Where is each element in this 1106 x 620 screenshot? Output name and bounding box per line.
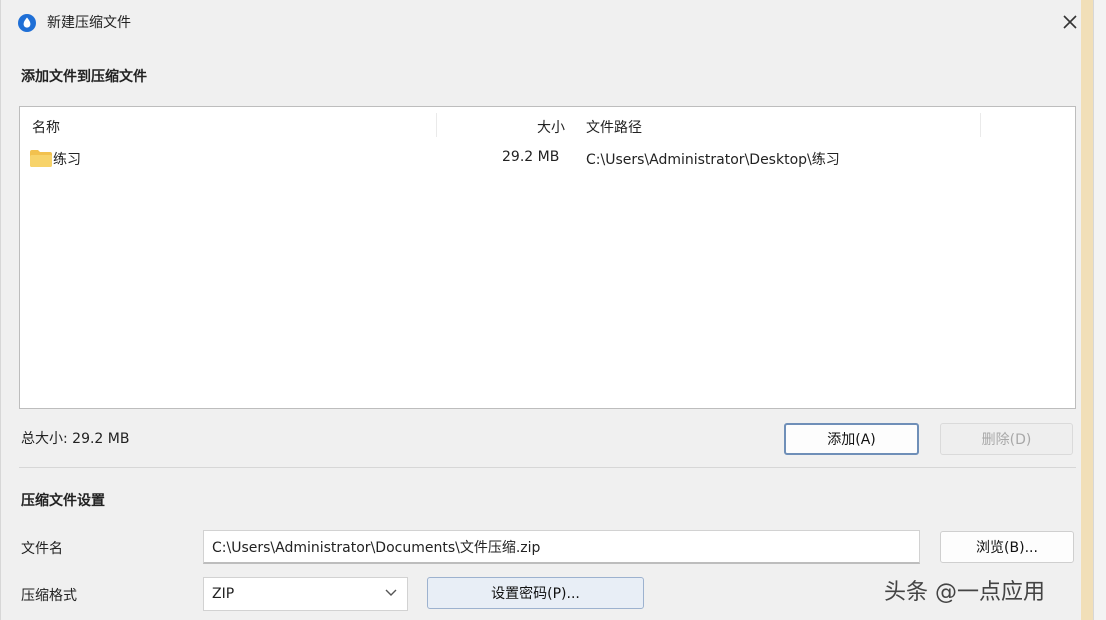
close-icon [1063, 15, 1077, 29]
column-header-size[interactable]: 大小 [537, 117, 565, 137]
title-bar: 新建压缩文件 [1, 0, 1095, 48]
settings-section-title: 压缩文件设置 [21, 493, 105, 509]
app-logo-icon [18, 14, 36, 32]
column-header-path[interactable]: 文件路径 [586, 117, 642, 137]
close-button[interactable] [1056, 8, 1084, 36]
set-password-button[interactable]: 设置密码(P)... [427, 577, 644, 609]
filename-label: 文件名 [21, 541, 63, 557]
add-button[interactable]: 添加(A) [784, 423, 919, 455]
column-separator [980, 113, 981, 137]
browse-button[interactable]: 浏览(B)... [940, 531, 1074, 563]
chevron-down-icon [385, 589, 397, 596]
file-list-header: 名称 大小 文件路径 [20, 107, 1075, 143]
column-separator [436, 113, 437, 137]
watermark-text: 头条 @一点应用 [884, 580, 1045, 605]
window-title: 新建压缩文件 [47, 15, 131, 31]
filename-input[interactable] [203, 530, 920, 564]
format-select[interactable]: ZIP [203, 577, 408, 611]
window-accent-right [1081, 0, 1093, 620]
table-row[interactable]: 练习 29.2 MB C:\Users\Administrator\Deskto… [20, 147, 1075, 173]
folder-icon [30, 150, 52, 167]
file-path: C:\Users\Administrator\Desktop\练习 [586, 152, 840, 168]
column-header-name[interactable]: 名称 [32, 117, 60, 137]
format-select-value: ZIP [212, 586, 235, 602]
format-label: 压缩格式 [21, 588, 77, 604]
file-list[interactable]: 名称 大小 文件路径 练习 29.2 MB C:\Users\Administr… [19, 106, 1076, 409]
section-divider [19, 467, 1076, 468]
total-size: 总大小: 29.2 MB [21, 431, 130, 447]
file-size: 29.2 MB [502, 149, 560, 165]
new-archive-dialog: 新建压缩文件 添加文件到压缩文件 名称 大小 文件路径 练习 29.2 MB C… [0, 0, 1094, 620]
delete-button[interactable]: 删除(D) [940, 423, 1073, 455]
file-name: 练习 [53, 152, 81, 168]
files-section-title: 添加文件到压缩文件 [21, 69, 147, 85]
